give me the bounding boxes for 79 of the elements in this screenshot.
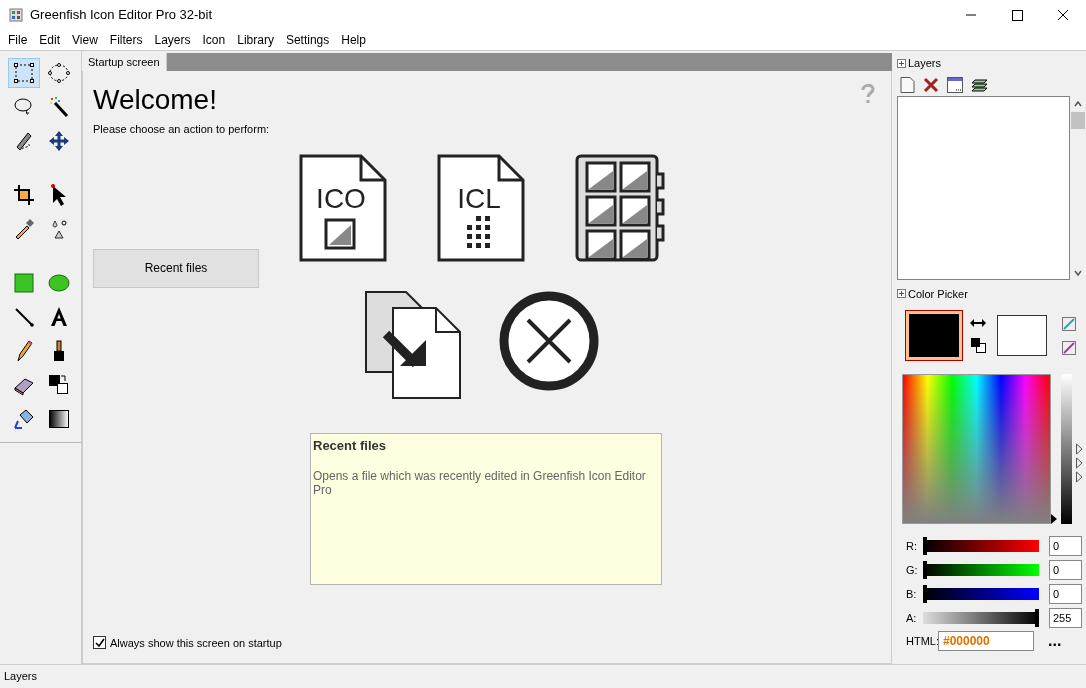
info-description: Opens a file which was recently edited in Greenfish Icon Editor Pro: [313, 469, 647, 497]
primary-color-swatch[interactable]: [906, 311, 962, 360]
color-spectrum[interactable]: [902, 374, 1051, 524]
icl-file-icon[interactable]: ICL: [437, 153, 525, 262]
channel-value-field[interactable]: 255: [1049, 608, 1082, 628]
menu-item[interactable]: Settings: [279, 31, 336, 49]
dot-grid-icon: [467, 215, 490, 248]
import-documents-icon[interactable]: [364, 289, 462, 400]
library-grid-icon[interactable]: [575, 153, 667, 262]
channel-slider[interactable]: [923, 540, 1039, 552]
panel-title: Color Picker: [908, 286, 968, 302]
menu-item[interactable]: Help: [335, 31, 372, 49]
line-tool-icon: [12, 305, 36, 329]
status-text: Layers: [4, 669, 38, 685]
expand-icon[interactable]: [897, 58, 906, 68]
tab[interactable]: Startup screen: [82, 53, 167, 71]
channel-value-field[interactable]: 0: [1049, 584, 1082, 604]
channel-label: B:: [906, 586, 918, 602]
channel-value-field[interactable]: 0: [1049, 560, 1082, 580]
instruction-text: Please choose an action to perform:: [93, 122, 270, 137]
checkbox-label: Always show this screen on startup: [110, 635, 282, 651]
ellipse-select-icon: [47, 61, 71, 85]
always-show-checkbox[interactable]: [93, 636, 106, 650]
gradient-icon: [47, 407, 71, 431]
channel-label: G:: [906, 562, 919, 578]
brightness-bar[interactable]: [1061, 374, 1072, 524]
reset-colors-icon[interactable]: [970, 338, 986, 353]
scroll-thumb[interactable]: [1071, 111, 1086, 129]
crop-icon: [12, 183, 36, 207]
transparent-color-icon[interactable]: [1062, 316, 1076, 331]
inverted-color-icon[interactable]: [1062, 340, 1076, 355]
slider-thumb[interactable]: [923, 561, 927, 579]
expand-icon[interactable]: [897, 289, 906, 299]
delete-icon[interactable]: [923, 76, 939, 93]
info-title: Recent files: [313, 436, 387, 455]
file-type-label: ICO: [316, 182, 366, 214]
rectangle-tool-icon: [12, 271, 36, 295]
recent-files-button[interactable]: Recent files: [93, 248, 259, 288]
layers-stack-icon[interactable]: [971, 76, 988, 93]
slider-thumb[interactable]: [1035, 609, 1039, 627]
swap-colors-icon: [47, 373, 71, 397]
app-icon: [9, 8, 23, 22]
close-circle-icon[interactable]: [498, 289, 600, 392]
panel-title: Layers: [908, 56, 942, 71]
file-type-label: ICL: [457, 182, 501, 214]
window-icon[interactable]: [947, 76, 963, 93]
welcome-heading: Welcome!: [93, 83, 217, 117]
channel-label: A:: [906, 610, 918, 626]
menu-item[interactable]: File: [2, 31, 34, 49]
channel-value-field[interactable]: 0: [1049, 536, 1082, 556]
menu-item[interactable]: Icon: [196, 31, 232, 49]
magic-wand-icon: [47, 95, 71, 119]
menu-item[interactable]: Layers: [148, 31, 197, 49]
menu-item[interactable]: Library: [231, 31, 280, 49]
tool-button[interactable]: [8, 58, 40, 88]
slider-thumb[interactable]: [923, 585, 927, 603]
more-button[interactable]: ...: [1048, 636, 1062, 646]
fill-bucket-icon: [12, 407, 36, 431]
channel-slider[interactable]: [923, 588, 1039, 600]
menu-item[interactable]: Edit: [33, 31, 67, 49]
image-thumbnail-icon: [324, 218, 356, 249]
check-icon: [94, 637, 105, 648]
slider-thumb[interactable]: [923, 537, 927, 555]
channel-label: R:: [906, 538, 918, 554]
triangle-markers-icon: [1076, 443, 1083, 485]
new-page-icon[interactable]: [900, 76, 915, 93]
swap-arrows-icon[interactable]: [970, 318, 986, 328]
menu-item[interactable]: View: [66, 31, 104, 49]
menu-item[interactable]: Filters: [103, 31, 149, 49]
ico-file-icon[interactable]: ICO: [299, 153, 387, 262]
move-arrows-icon: [47, 129, 71, 153]
ellipse-tool-icon: [47, 271, 71, 295]
rectangle-select-icon: [12, 61, 36, 85]
scroll-up-icon[interactable]: [1073, 98, 1084, 109]
channel-slider[interactable]: [923, 612, 1039, 624]
window-title: Greenfish Icon Editor Pro 32-bit: [30, 6, 213, 25]
secondary-color-swatch[interactable]: [997, 315, 1047, 356]
channel-slider[interactable]: [923, 564, 1039, 576]
triangle-marker-icon: [1051, 514, 1057, 524]
